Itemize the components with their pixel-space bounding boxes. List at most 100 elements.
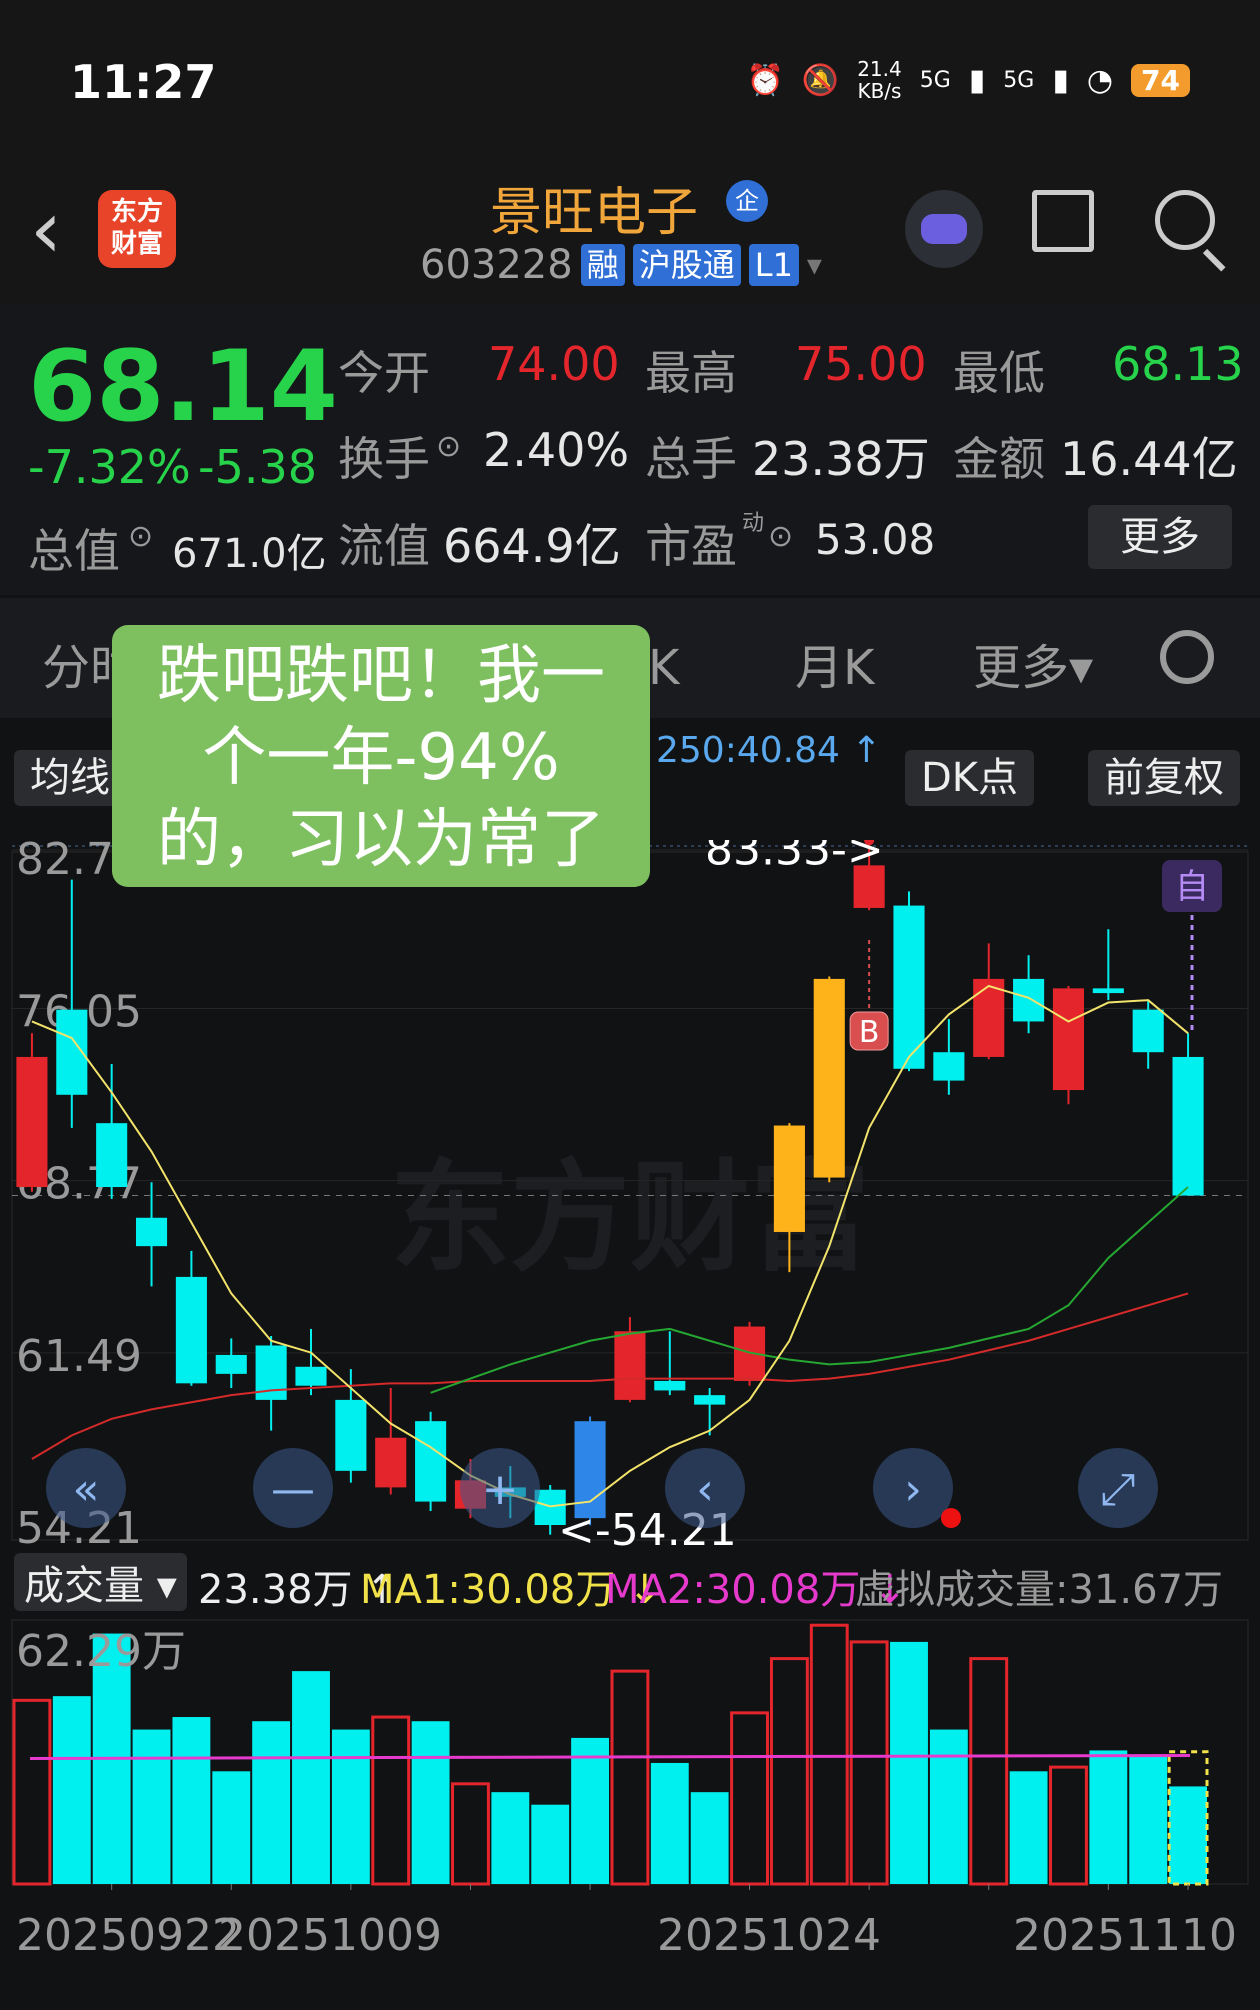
pe-value: 53.08 <box>815 515 936 564</box>
dropdown-caret-icon: ▾ <box>806 247 822 283</box>
volume-bar <box>132 1729 171 1884</box>
volume-bar <box>12 1698 52 1886</box>
volume-bar <box>730 1711 769 1886</box>
volume-bar <box>890 1641 928 1884</box>
candle-body <box>415 1421 447 1502</box>
amount-value: 16.44亿 <box>1060 432 1238 486</box>
prev-icon[interactable]: ‹ <box>665 1448 745 1528</box>
margin-tag: 融 <box>580 244 625 286</box>
gear-icon[interactable] <box>1160 630 1214 684</box>
comment-overlay: 跌吧跌吧！我一 个一年-94% 的，习以为常了 <box>112 625 650 887</box>
volume-bar <box>411 1721 450 1884</box>
rewind-icon[interactable]: « <box>46 1448 126 1528</box>
volume-bar <box>809 1623 849 1886</box>
clock: 11:27 <box>70 55 217 109</box>
candle-body <box>135 1217 168 1247</box>
overlay-line3: 的，习以为常了 <box>157 803 605 877</box>
dk-point-button[interactable]: DK点 <box>905 750 1035 806</box>
volume-bar <box>571 1737 609 1884</box>
info-icon[interactable]: ⊙ <box>768 519 793 554</box>
kline-chart[interactable]: 82.7576.0568.7761.4954.2183.33-><-54.21B… <box>0 840 1260 1560</box>
market-cap: 671.0亿 <box>172 531 327 577</box>
stock-code: 603228 <box>420 242 573 288</box>
candle-body <box>16 1056 48 1188</box>
rewind-icon-glyph: « <box>73 1464 100 1515</box>
float-cap-label: 流值 <box>338 519 430 573</box>
fullscreen-icon[interactable]: ⤢ <box>1078 1448 1158 1528</box>
connect-tag: 沪股通 <box>632 244 741 286</box>
stock-header: ‹ 东方 财富 景旺电子 企 603228 融 沪股通 L1 ▾ <box>0 160 1260 306</box>
candle-body <box>813 978 845 1178</box>
more-quote-button[interactable]: 更多 <box>1088 505 1232 569</box>
volume-bar <box>650 1762 689 1884</box>
amount-label: 金额 <box>953 432 1045 486</box>
date-label: 20251110 <box>1013 1910 1237 1961</box>
turnover-label: 换手 <box>338 432 430 486</box>
volume-label: 总手 <box>645 432 737 486</box>
date-label: 20250922 <box>16 1910 240 1961</box>
overlay-line2: 个一年-94% <box>202 721 560 795</box>
status-icons: ⏰ 🔕 21.4 KB/s 5G ▮ 5G ▮ ◔ 74 <box>746 58 1190 102</box>
share-icon[interactable] <box>1032 190 1094 252</box>
open-value: 74.00 <box>488 337 620 391</box>
info-icon[interactable]: ⊙ <box>436 429 461 464</box>
volume-bar <box>212 1771 251 1884</box>
volume-bar <box>769 1657 809 1886</box>
next-icon-glyph: › <box>904 1464 922 1515</box>
tab-more[interactable]: 更多▾ <box>973 628 1093 698</box>
search-icon-handle <box>1202 248 1226 272</box>
stock-code-row[interactable]: 603228 融 沪股通 L1 ▾ <box>420 242 822 288</box>
overlay-line1: 跌吧跌吧！我一 <box>157 639 605 713</box>
volume-bar <box>331 1729 370 1884</box>
candle-body <box>654 1380 686 1391</box>
change-amount: -5.38 <box>198 440 318 494</box>
volume-bar <box>371 1715 411 1886</box>
signal-5g-2: 5G <box>1003 67 1035 93</box>
volume-bar <box>849 1640 889 1886</box>
info-icon[interactable]: ⊙ <box>128 519 153 554</box>
logo-line2: 财富 <box>110 229 163 259</box>
stock-name[interactable]: 景旺电子 <box>490 170 698 245</box>
ma10-line <box>430 1186 1189 1394</box>
date-axis: 20250922 20251009 20251024 20251110 <box>0 1890 1260 1990</box>
next-icon[interactable]: › <box>873 1448 953 1528</box>
change-percent: -7.32% <box>28 440 191 494</box>
candle-body <box>1172 1056 1204 1196</box>
back-button[interactable]: ‹ <box>30 190 62 270</box>
candle-body <box>335 1399 367 1471</box>
crosshair-icon[interactable]: + <box>460 1448 540 1528</box>
volume-bar <box>1009 1771 1048 1884</box>
zoom-out-icon[interactable]: — <box>253 1448 333 1528</box>
volume-max-label: 62.29万 <box>16 1626 186 1677</box>
logo-line1: 东方 <box>110 197 163 227</box>
zoom-out-icon-glyph: — <box>271 1464 315 1515</box>
buy-marker: B <box>859 1015 880 1050</box>
date-label: 20251024 <box>657 1910 881 1961</box>
candle-body <box>614 1331 646 1400</box>
volume-bar <box>969 1657 1009 1886</box>
candle-body <box>295 1366 327 1386</box>
candle-body <box>773 1125 805 1232</box>
volume-selector[interactable]: 成交量 ▾ <box>14 1553 187 1611</box>
search-icon[interactable] <box>1155 190 1215 250</box>
ma-selector[interactable]: 均线 <box>14 750 126 806</box>
ma250-value: 250:40.84 ↑ <box>656 730 882 771</box>
volume-chart[interactable]: 62.29万 <box>0 1612 1260 1892</box>
tab-monthly[interactable]: 月K <box>795 628 874 698</box>
last-price: 68.14 <box>28 330 338 444</box>
ai-assistant-icon[interactable] <box>905 190 983 268</box>
live-dot <box>941 1508 961 1528</box>
high-label: 最高 <box>645 346 737 400</box>
candle-body <box>375 1437 407 1488</box>
crosshair-icon-glyph: + <box>482 1464 519 1515</box>
volume-bar <box>1129 1754 1168 1884</box>
open-label: 今开 <box>338 346 430 400</box>
low-value: 68.13 <box>1112 337 1244 391</box>
pe-superscript: 动 <box>742 511 765 536</box>
adjust-button[interactable]: 前复权 <box>1088 750 1240 806</box>
enterprise-badge: 企 <box>726 180 768 222</box>
turnover-value: 2.40% <box>483 423 630 477</box>
float-cap-value: 664.9亿 <box>443 519 621 573</box>
network-speed: 21.4 KB/s <box>857 57 902 103</box>
signal-icon: ▮ <box>1052 62 1069 98</box>
